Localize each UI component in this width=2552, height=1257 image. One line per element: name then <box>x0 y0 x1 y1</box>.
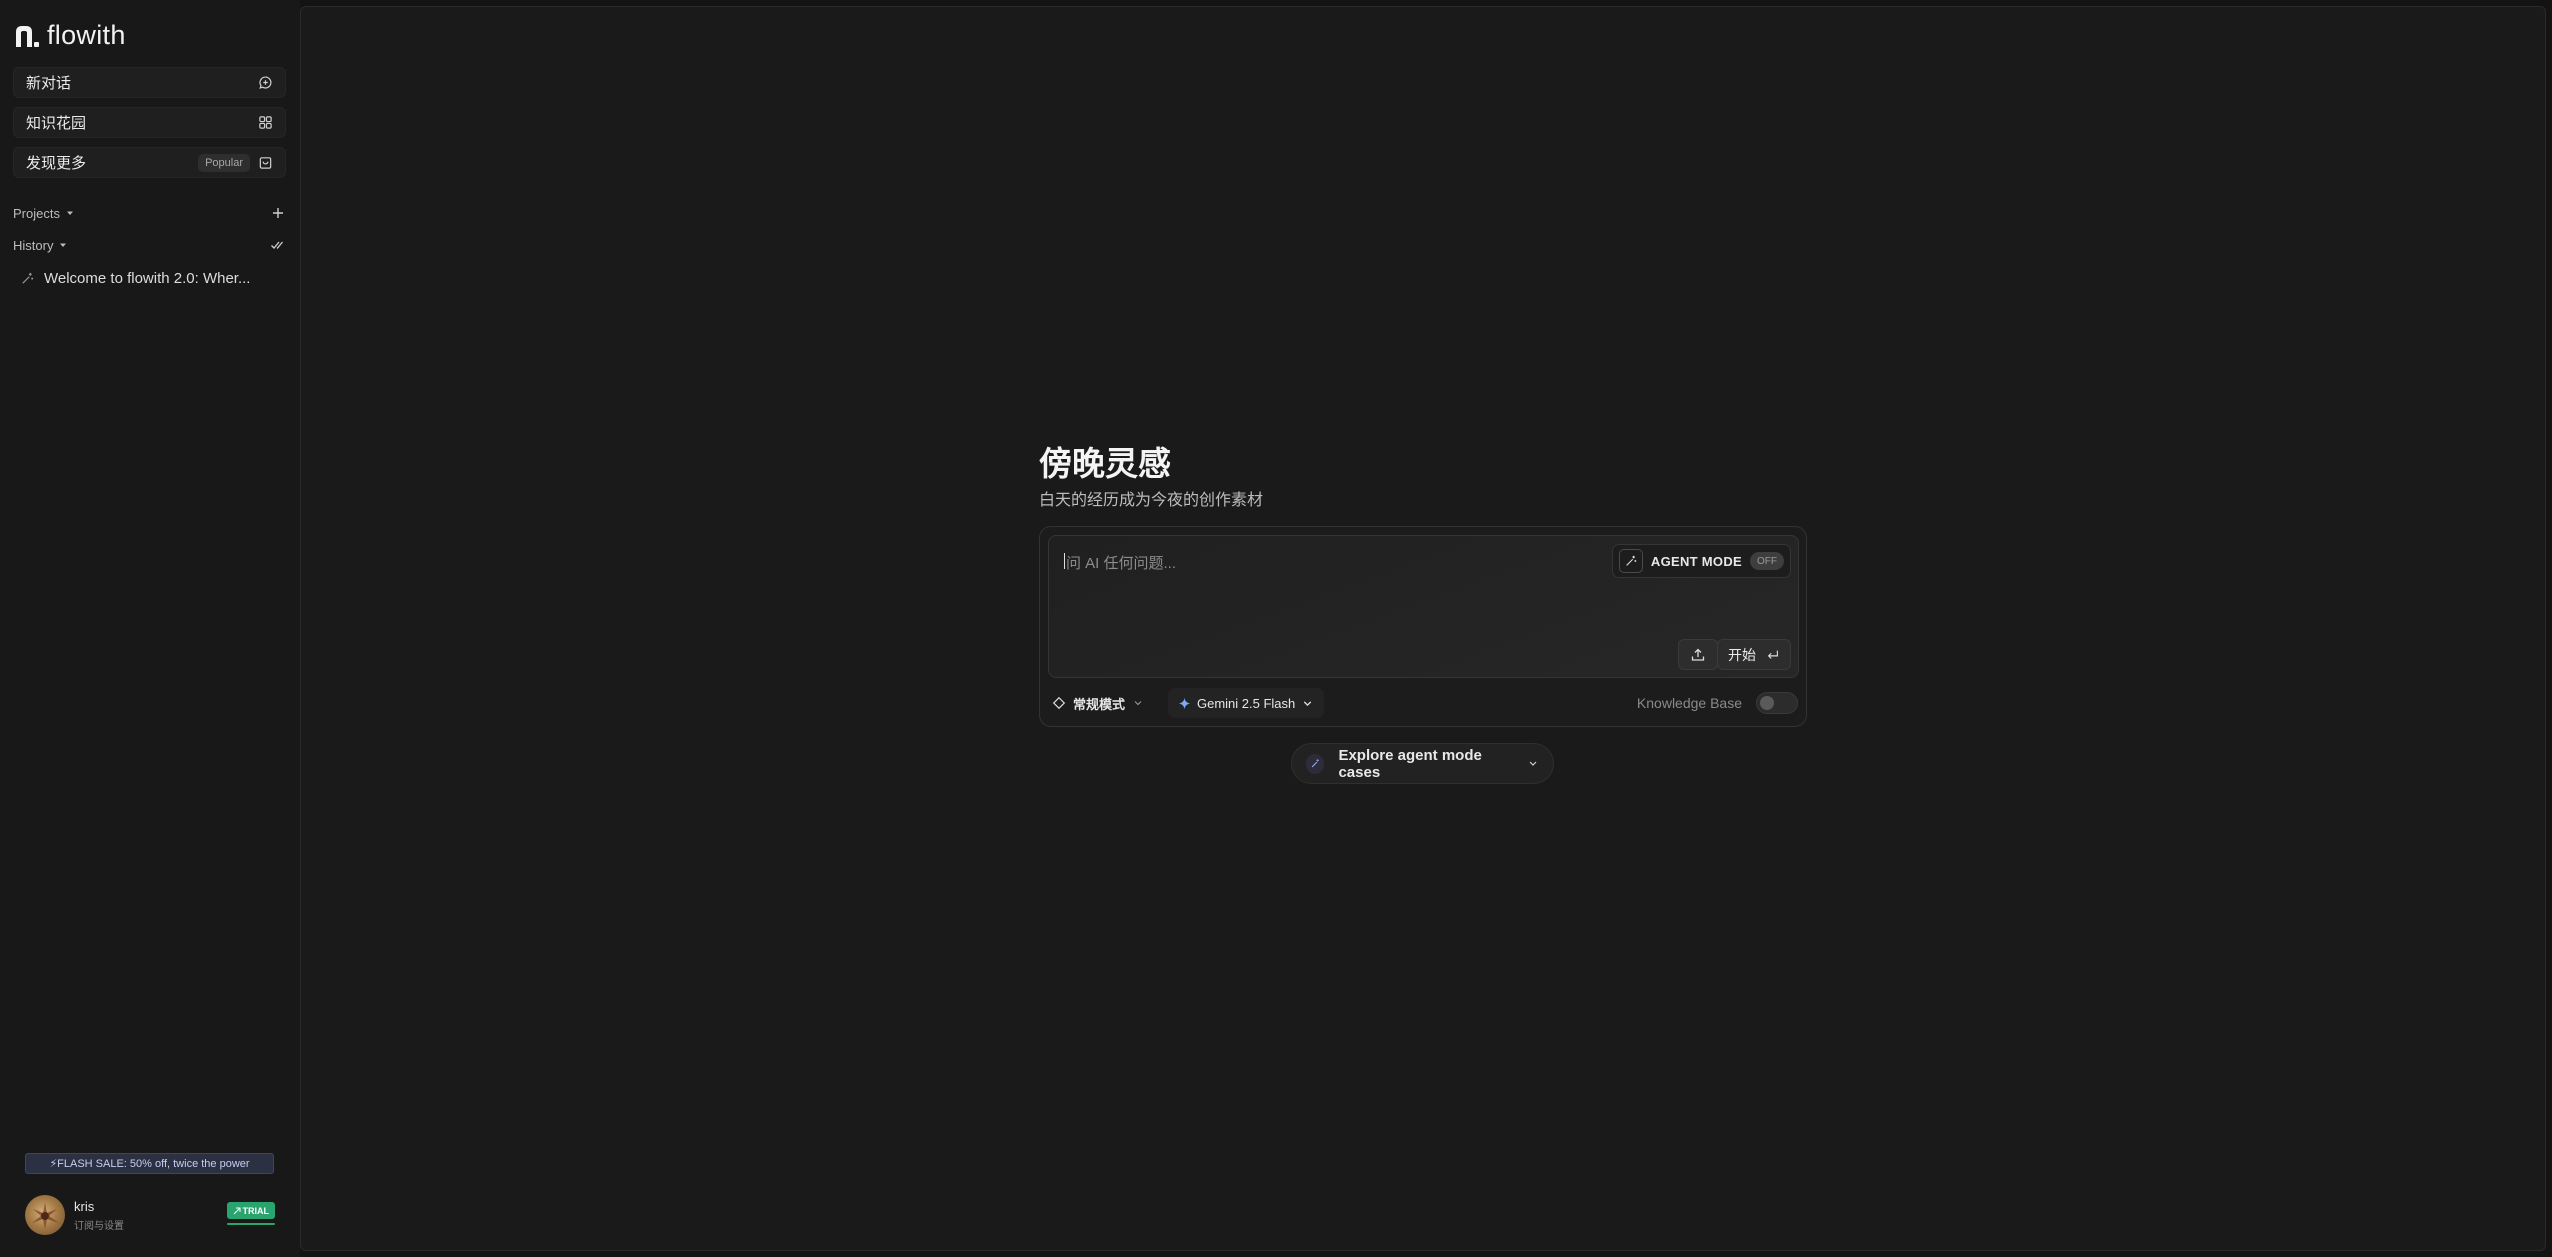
explore-agent-cases-button[interactable]: Explore agent mode cases <box>1291 743 1554 784</box>
prompt-input[interactable]: 问 AI 任何问题... AGENT MODE OFF 开始 <box>1048 535 1799 678</box>
toggle-knob <box>1760 696 1774 710</box>
agent-wand-icon <box>1618 549 1643 573</box>
explore-label: Explore agent mode cases <box>1338 746 1482 781</box>
check-all-icon[interactable] <box>270 237 286 253</box>
model-label: Gemini 2.5 Flash <box>1197 695 1296 711</box>
new-chat-label: 新对话 <box>26 75 72 92</box>
projects-label: Projects <box>13 205 60 221</box>
sparkle-wand-icon <box>22 272 34 284</box>
flowith-logo-icon <box>16 25 39 47</box>
sidebar: flowith 新对话 知识花园 发现更多 Popular Projects H… <box>0 0 300 1257</box>
trial-icon <box>233 1207 240 1214</box>
popular-badge: Popular <box>198 153 250 172</box>
mode-label: 常规模式 <box>1073 696 1126 712</box>
model-dropdown[interactable]: Gemini 2.5 Flash <box>1168 688 1325 718</box>
chevron-down-icon <box>1529 761 1537 766</box>
knowledge-base-label: Knowledge Base <box>1636 695 1742 711</box>
caret-down-icon <box>60 243 67 247</box>
prompt-placeholder: 问 AI 任何问题... <box>1066 555 1177 572</box>
brand-name: flowith <box>47 20 126 50</box>
start-button[interactable]: 开始 <box>1717 639 1791 670</box>
agent-mode-toggle[interactable]: AGENT MODE OFF <box>1611 544 1791 578</box>
page-subtitle: 白天的经历成为今夜的创作素材 <box>1039 492 1264 509</box>
agent-mode-state: OFF <box>1750 552 1784 570</box>
discover-more-label: 发现更多 <box>26 155 87 172</box>
trial-badge-label: TRIAL <box>242 1205 270 1216</box>
projects-section-header[interactable]: Projects <box>13 203 286 223</box>
grid-icon <box>259 116 272 129</box>
chat-plus-icon <box>259 76 272 89</box>
gemini-sparkle-icon <box>1178 697 1191 709</box>
text-caret <box>1064 553 1065 569</box>
flash-sale-text: ⚡FLASH SALE: 50% off, twice the power <box>49 1158 250 1170</box>
caret-down-icon <box>66 211 73 215</box>
avatar[interactable] <box>25 1195 65 1235</box>
knowledge-base-toggle[interactable] <box>1756 692 1798 714</box>
app-root: flowith 新对话 知识花园 发现更多 Popular Projects H… <box>0 0 2552 1257</box>
history-label: History <box>13 237 54 253</box>
logo[interactable]: flowith <box>13 20 126 51</box>
chevron-down-icon <box>1304 700 1312 706</box>
plus-icon[interactable] <box>270 205 286 221</box>
user-profile[interactable]: kris 订阅与设置 TRIAL <box>25 1195 275 1235</box>
knowledge-garden-button[interactable]: 知识花园 <box>13 107 286 138</box>
enter-key-icon <box>1767 650 1778 659</box>
diamond-icon <box>1052 696 1066 710</box>
trial-badge[interactable]: TRIAL <box>226 1202 275 1219</box>
history-section-header[interactable]: History <box>13 235 286 255</box>
mode-dropdown[interactable]: 常规模式 <box>1052 690 1144 716</box>
trial-progress-bar <box>227 1223 275 1225</box>
upload-button[interactable] <box>1678 639 1718 670</box>
store-bag-icon <box>259 157 272 169</box>
new-chat-button[interactable]: 新对话 <box>13 67 286 98</box>
composer: 问 AI 任何问题... AGENT MODE OFF 开始 常规模式 Gemi… <box>1039 526 1807 727</box>
agent-wand-icon <box>1306 753 1325 774</box>
upload-icon <box>1691 648 1705 661</box>
page-title: 傍晚灵感 <box>1039 445 1171 482</box>
flash-sale-banner[interactable]: ⚡FLASH SALE: 50% off, twice the power <box>25 1153 274 1174</box>
history-item-title: Welcome to flowith 2.0: Wher... <box>44 269 251 287</box>
knowledge-garden-label: 知识花园 <box>26 115 87 132</box>
start-button-label: 开始 <box>1728 646 1756 663</box>
discover-more-button[interactable]: 发现更多 Popular <box>13 147 286 178</box>
avatar-image-icon <box>32 1203 59 1229</box>
chevron-down-icon <box>1134 701 1142 706</box>
user-name: kris <box>74 1199 95 1214</box>
agent-mode-label: AGENT MODE <box>1650 553 1742 569</box>
user-settings-link[interactable]: 订阅与设置 <box>74 1217 124 1232</box>
history-item[interactable]: Welcome to flowith 2.0: Wher... <box>20 268 280 288</box>
